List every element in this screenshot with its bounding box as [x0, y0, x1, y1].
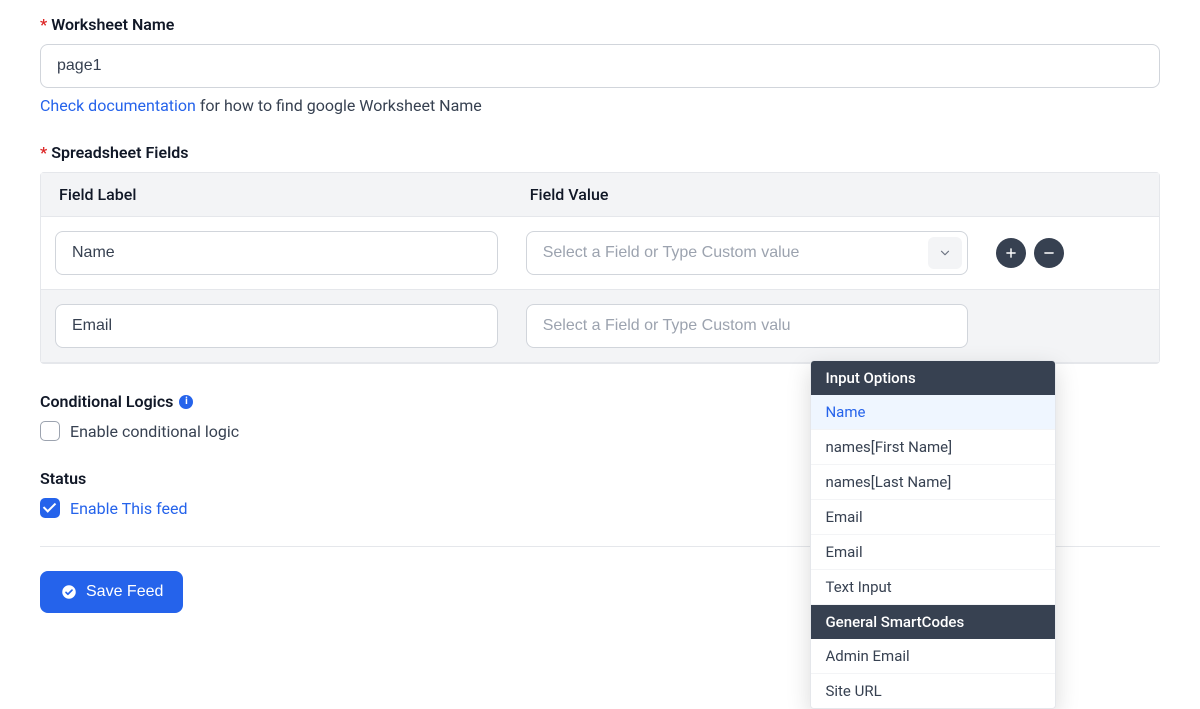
- save-feed-button[interactable]: Save Feed: [40, 571, 183, 613]
- spreadsheet-fields-label: * Spreadsheet Fields: [40, 143, 1160, 162]
- dropdown-option[interactable]: names[First Name]: [811, 430, 1055, 465]
- remove-row-button[interactable]: [1034, 238, 1064, 268]
- enable-conditional-logic-checkbox[interactable]: [40, 421, 60, 441]
- field-value-dropdown: Input Options Name names[First Name] nam…: [810, 360, 1056, 709]
- check-circle-icon: [60, 583, 78, 601]
- dropdown-option[interactable]: Email: [811, 535, 1055, 570]
- dropdown-option[interactable]: Site URL: [811, 674, 1055, 708]
- column-actions: [982, 173, 1159, 217]
- worksheet-help-text: Check documentation for how to find goog…: [40, 96, 1160, 115]
- dropdown-option[interactable]: Email: [811, 500, 1055, 535]
- column-field-label: Field Label: [41, 173, 512, 217]
- check-documentation-link[interactable]: Check documentation: [40, 96, 196, 115]
- spreadsheet-fields-section: * Spreadsheet Fields Field Label Field V…: [40, 143, 1160, 364]
- spreadsheet-fields-label-text: Spreadsheet Fields: [51, 143, 188, 162]
- field-value-select-wrap: Select a Field or Type Custom value: [526, 231, 969, 275]
- worksheet-name-section: * Worksheet Name Check documentation for…: [40, 15, 1160, 115]
- add-row-button[interactable]: [996, 238, 1026, 268]
- worksheet-name-input[interactable]: [40, 44, 1160, 88]
- field-value-select[interactable]: Select a Field or Type Custom value: [526, 231, 969, 275]
- dropdown-group-header: General SmartCodes: [811, 605, 1055, 639]
- dropdown-option[interactable]: names[Last Name]: [811, 465, 1055, 500]
- table-row: Select a Field or Type Custom valu Input…: [41, 290, 1159, 363]
- row-actions: [996, 238, 1145, 268]
- minus-icon: [1042, 246, 1056, 260]
- save-feed-label: Save Feed: [86, 583, 163, 601]
- field-value-select[interactable]: Select a Field or Type Custom valu: [526, 304, 969, 348]
- dropdown-group-header: Input Options: [811, 361, 1055, 395]
- enable-feed-label: Enable This feed: [70, 499, 188, 518]
- field-label-input[interactable]: [55, 231, 498, 275]
- field-value-select-wrap: Select a Field or Type Custom valu Input…: [526, 304, 969, 348]
- info-icon: i: [179, 395, 193, 409]
- worksheet-name-label: * Worksheet Name: [40, 15, 1160, 34]
- field-value-placeholder: Select a Field or Type Custom value: [543, 244, 800, 261]
- required-asterisk: *: [40, 15, 47, 34]
- dropdown-option[interactable]: Name: [811, 395, 1055, 430]
- enable-feed-checkbox[interactable]: [40, 498, 60, 518]
- column-field-value: Field Value: [512, 173, 983, 217]
- plus-icon: [1004, 246, 1018, 260]
- enable-conditional-logic-label: Enable conditional logic: [70, 422, 239, 441]
- spreadsheet-fields-table: Field Label Field Value Select a Field o…: [40, 172, 1160, 364]
- field-label-input[interactable]: [55, 304, 498, 348]
- worksheet-help-rest: for how to find google Worksheet Name: [196, 96, 482, 115]
- worksheet-name-label-text: Worksheet Name: [51, 15, 174, 34]
- table-row: Select a Field or Type Custom value: [41, 217, 1159, 290]
- conditional-logics-title-text: Conditional Logics: [40, 392, 173, 411]
- required-asterisk: *: [40, 143, 47, 162]
- field-value-placeholder: Select a Field or Type Custom valu: [543, 317, 791, 334]
- dropdown-option[interactable]: Admin Email: [811, 639, 1055, 674]
- dropdown-option[interactable]: Text Input: [811, 570, 1055, 605]
- status-title-text: Status: [40, 469, 86, 488]
